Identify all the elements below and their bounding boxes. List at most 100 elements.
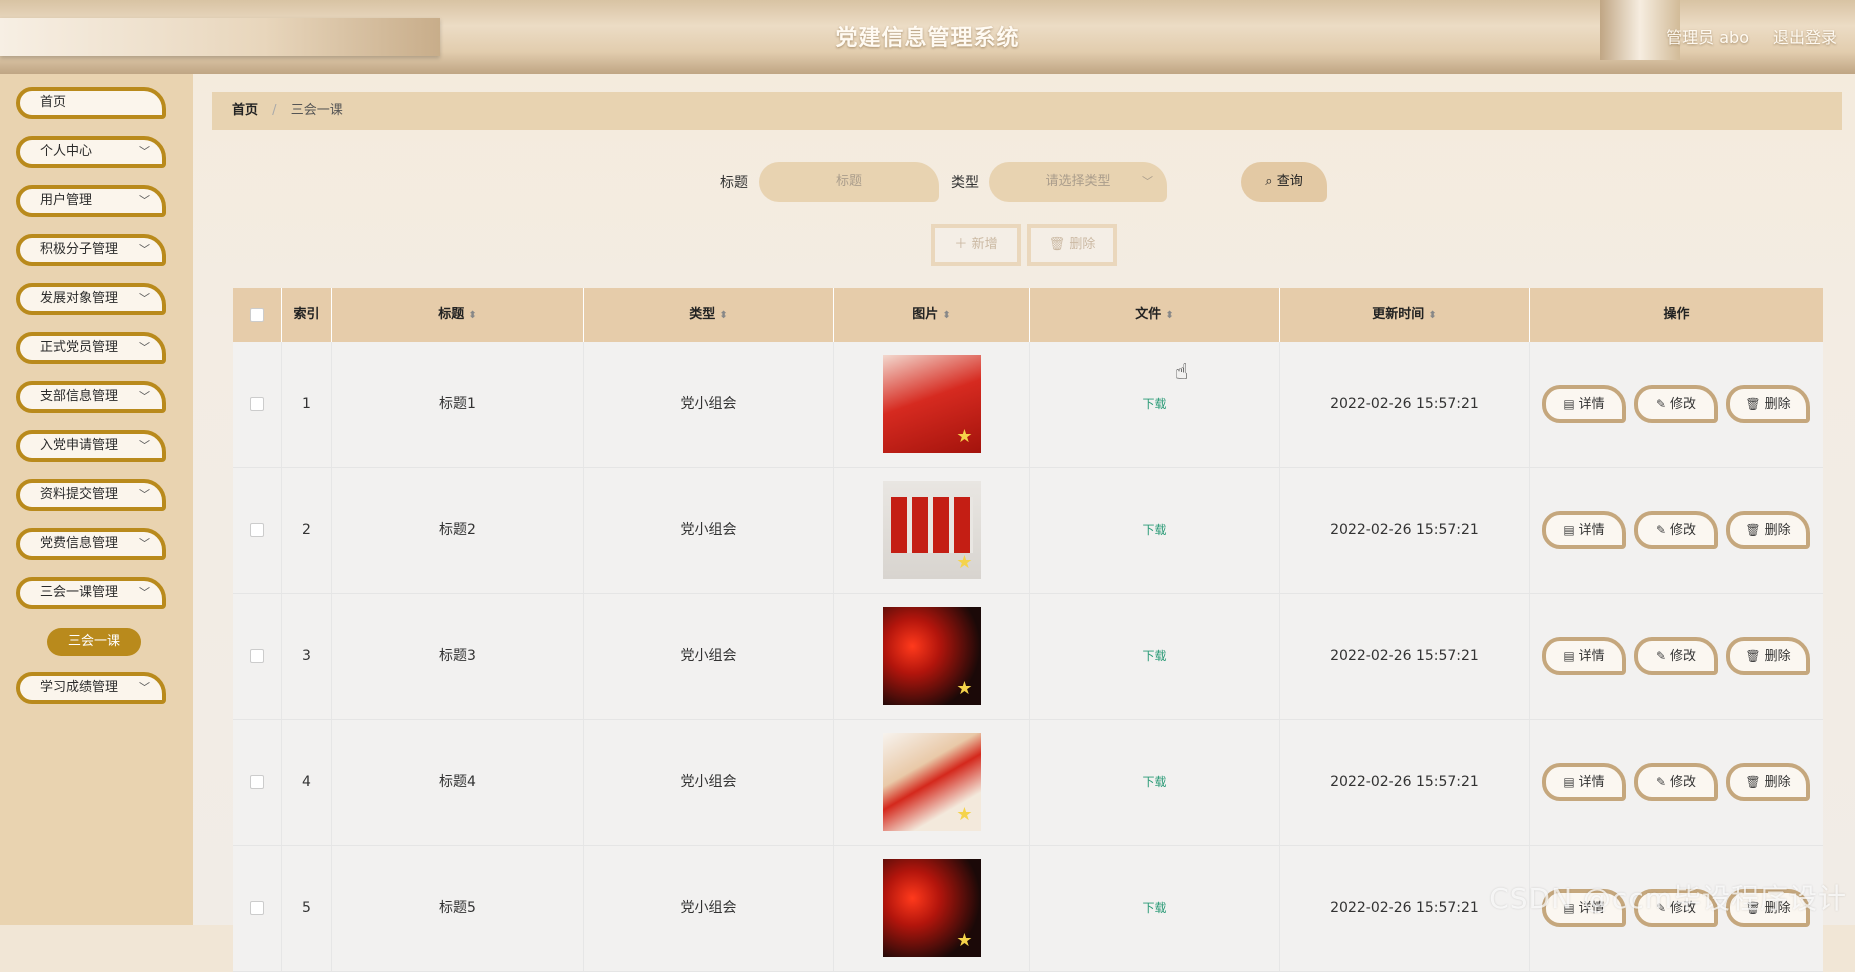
row-checkbox[interactable] xyxy=(250,397,264,411)
cell-index: 2 xyxy=(282,468,332,593)
delete-button-label: 删除 xyxy=(1764,775,1791,790)
detail-button-label: 详情 xyxy=(1578,775,1605,790)
edit-button[interactable]: ✎ 修改 xyxy=(1634,637,1718,675)
cell-type: 党小组会 xyxy=(584,720,834,845)
sort-icon[interactable]: ⬍ xyxy=(719,310,727,321)
detail-button[interactable]: ▤ 详情 xyxy=(1542,637,1626,675)
breadcrumb-separator: / xyxy=(272,103,277,118)
cell-updated: 2022-02-26 15:57:21 xyxy=(1280,720,1530,845)
cell-ops: ▤ 详情 ✎ 修改 🗑 删除 xyxy=(1530,342,1823,467)
column-header-title[interactable]: 标题 ⬍ xyxy=(332,288,584,342)
delete-button-label: 删除 xyxy=(1764,649,1791,664)
edit-button-label: 修改 xyxy=(1670,649,1697,664)
sidebar-item-material-submission[interactable]: 资料提交管理 ﹀ xyxy=(16,479,166,511)
row-select-cell[interactable] xyxy=(233,594,282,719)
download-link[interactable]: 下载 xyxy=(1142,649,1166,663)
download-link[interactable]: 下载 xyxy=(1142,397,1166,411)
row-checkbox[interactable] xyxy=(250,901,264,915)
logout-link[interactable]: 退出登录 xyxy=(1773,24,1837,48)
sidebar-item-label: 首页 xyxy=(40,95,67,110)
sidebar-item-development-target[interactable]: 发展对象管理 ﹀ xyxy=(16,283,166,315)
download-link[interactable]: 下载 xyxy=(1142,775,1166,789)
row-checkbox[interactable] xyxy=(250,649,264,663)
sidebar-item-home[interactable]: 首页 xyxy=(16,87,166,119)
row-select-cell[interactable] xyxy=(233,468,282,593)
delete-button[interactable]: 🗑 删除 xyxy=(1726,511,1810,549)
row-thumbnail-image[interactable]: ★ xyxy=(882,481,981,579)
column-header-image[interactable]: 图片 ⬍ xyxy=(834,288,1030,342)
type-filter-label: 类型 xyxy=(951,175,979,191)
select-all-cell[interactable] xyxy=(233,288,282,342)
cell-index: 1 xyxy=(282,342,332,467)
batch-delete-button[interactable]: 🗑 删除 xyxy=(1027,224,1117,266)
title-search-input[interactable]: 标题 xyxy=(759,162,939,202)
cell-type: 党小组会 xyxy=(584,342,834,467)
edit-button[interactable]: ✎ 修改 xyxy=(1634,385,1718,423)
chevron-down-icon: ﹀ xyxy=(139,145,150,158)
sidebar-item-dues-info[interactable]: 党费信息管理 ﹀ xyxy=(16,528,166,560)
sort-icon[interactable]: ⬍ xyxy=(942,310,950,321)
cell-title: 标题2 xyxy=(332,468,584,593)
row-checkbox[interactable] xyxy=(250,775,264,789)
query-button[interactable]: ⌕ 查询 xyxy=(1241,162,1327,202)
sidebar-item-formal-member[interactable]: 正式党员管理 ﹀ xyxy=(16,332,166,364)
sort-icon[interactable]: ⬍ xyxy=(1165,310,1173,321)
sidebar-item-application[interactable]: 入党申请管理 ﹀ xyxy=(16,430,166,462)
sidebar-item-label: 支部信息管理 xyxy=(40,389,119,404)
sidebar-item-personal-center[interactable]: 个人中心 ﹀ xyxy=(16,136,166,168)
cell-image: ★ xyxy=(834,342,1030,467)
column-header-type-label: 类型 xyxy=(689,307,716,322)
delete-button[interactable]: 🗑 删除 xyxy=(1726,385,1810,423)
chevron-down-icon: ﹀ xyxy=(139,439,150,452)
detail-button[interactable]: ▤ 详情 xyxy=(1542,763,1626,801)
select-all-checkbox[interactable] xyxy=(250,307,264,322)
sort-icon[interactable]: ⬍ xyxy=(468,310,476,321)
sidebar-item-label: 入党申请管理 xyxy=(40,438,119,453)
sidebar-item-label: 三会一课管理 xyxy=(40,585,119,600)
delete-button[interactable]: 🗑 删除 xyxy=(1726,637,1810,675)
party-emblem-icon: ★ xyxy=(956,552,973,573)
sidebar-item-activist-management[interactable]: 积极分子管理 ﹀ xyxy=(16,234,166,266)
download-link[interactable]: 下载 xyxy=(1142,901,1166,915)
submenu-item-meetings[interactable]: 三会一课 xyxy=(47,628,141,656)
sidebar: 首页 个人中心 ﹀ 用户管理 ﹀ 积极分子管理 ﹀ 发展对象管理 ﹀ 正式党员管理 ﹀ 支… xyxy=(0,74,193,925)
column-header-type[interactable]: 类型 ⬍ xyxy=(584,288,834,342)
sort-icon[interactable]: ⬍ xyxy=(1428,310,1436,321)
row-checkbox[interactable] xyxy=(250,523,264,537)
detail-button[interactable]: ▤ 详情 xyxy=(1542,385,1626,423)
edit-button[interactable]: ✎ 修改 xyxy=(1634,511,1718,549)
add-button-label: 新增 xyxy=(971,237,998,252)
app-title: 党建信息管理系统 xyxy=(835,26,1020,51)
pointer-cursor-icon: ☝ xyxy=(1175,360,1189,385)
column-header-index: 索引 xyxy=(282,288,332,342)
row-select-cell[interactable] xyxy=(233,720,282,845)
search-icon: ⌕ xyxy=(1265,174,1273,189)
breadcrumb-current: 三会一课 xyxy=(290,103,343,118)
type-select[interactable]: 请选择类型 ﹀ xyxy=(989,162,1167,202)
column-header-updated[interactable]: 更新时间 ⬍ xyxy=(1280,288,1530,342)
breadcrumb-home[interactable]: 首页 xyxy=(232,103,258,118)
delete-button[interactable]: 🗑 删除 xyxy=(1726,763,1810,801)
sidebar-item-label: 党费信息管理 xyxy=(40,536,119,551)
edit-button[interactable]: ✎ 修改 xyxy=(1634,763,1718,801)
row-thumbnail-image[interactable]: ★ xyxy=(882,733,981,831)
column-header-file[interactable]: 文件 ⬍ xyxy=(1030,288,1280,342)
row-select-cell[interactable] xyxy=(233,846,282,971)
sidebar-item-user-management[interactable]: 用户管理 ﹀ xyxy=(16,185,166,217)
current-user: 管理员 abo xyxy=(1666,28,1749,47)
download-link[interactable]: 下载 xyxy=(1142,523,1166,537)
delete-button-label: 删除 xyxy=(1764,523,1791,538)
row-thumbnail-image[interactable]: ★ xyxy=(882,859,981,957)
sidebar-item-study-scores[interactable]: 学习成绩管理 ﹀ xyxy=(16,672,166,704)
detail-button[interactable]: ▤ 详情 xyxy=(1542,511,1626,549)
row-thumbnail-image[interactable]: ★ xyxy=(882,355,981,453)
sidebar-item-branch-info[interactable]: 支部信息管理 ﹀ xyxy=(16,381,166,413)
sidebar-item-meetings-management[interactable]: 三会一课管理 ﹀ xyxy=(16,577,166,609)
sidebar-item-label: 积极分子管理 xyxy=(40,242,119,257)
row-select-cell[interactable] xyxy=(233,342,282,467)
add-button[interactable]: ＋ 新增 xyxy=(931,224,1021,266)
cell-image: ★ xyxy=(834,846,1030,971)
pencil-icon: ✎ xyxy=(1655,649,1667,663)
party-emblem-icon: ★ xyxy=(956,930,973,951)
row-thumbnail-image[interactable]: ★ xyxy=(882,607,981,705)
